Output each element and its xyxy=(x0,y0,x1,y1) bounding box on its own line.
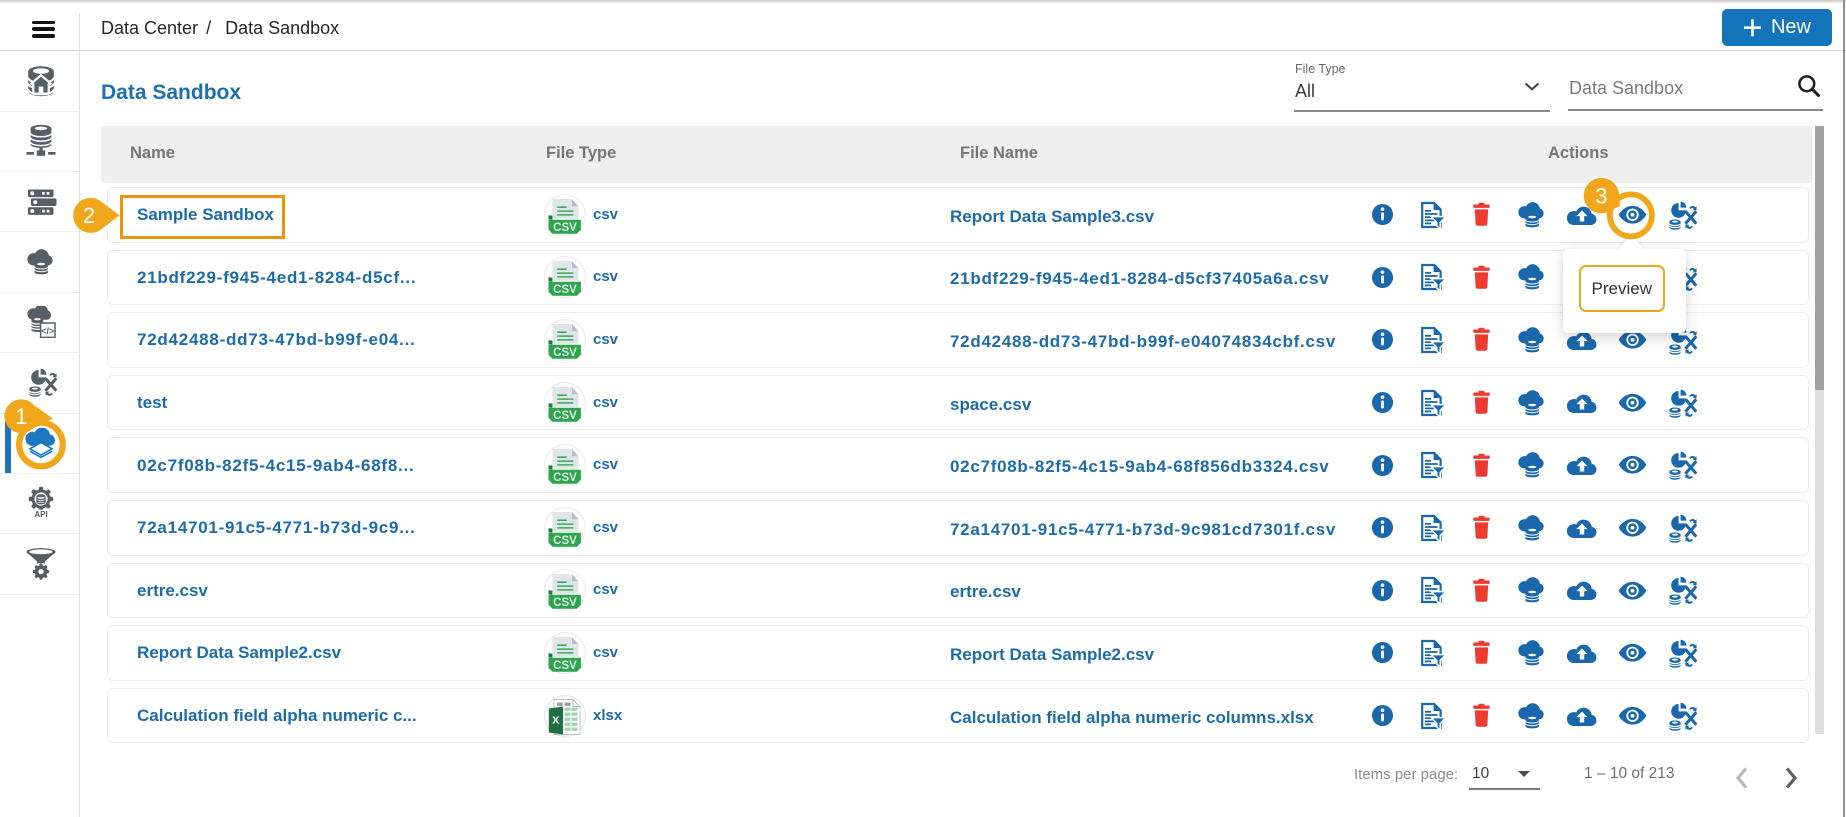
svg-text:</>: </> xyxy=(41,326,54,336)
svg-text:3: 3 xyxy=(1595,183,1607,208)
svg-text:API: API xyxy=(34,510,47,519)
svg-text:2: 2 xyxy=(83,203,95,228)
svg-text:1: 1 xyxy=(15,404,27,429)
